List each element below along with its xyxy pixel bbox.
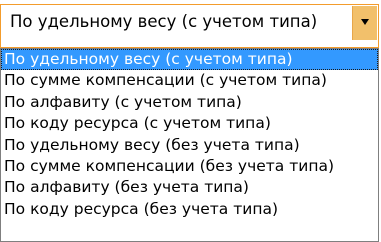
dropdown-option[interactable]: По удельному весу (без учета типа) — [1, 135, 378, 156]
dropdown-option[interactable]: По коду ресурса (без учета типа) — [1, 199, 378, 220]
dropdown-button[interactable] — [352, 6, 377, 40]
dropdown-option[interactable]: По сумме компенсации (с учетом типа) — [1, 70, 378, 91]
combobox-selected-value: По удельному весу (с учетом типа) — [10, 12, 318, 31]
dropdown-list: По удельному весу (с учетом типа) По сум… — [0, 48, 379, 242]
dropdown-option[interactable]: По алфавиту (без учета типа) — [1, 177, 378, 198]
chevron-down-icon — [361, 19, 369, 25]
sort-combobox[interactable]: По удельному весу (с учетом типа) — [0, 4, 379, 48]
dropdown-option[interactable]: По коду ресурса (с учетом типа) — [1, 113, 378, 134]
dropdown-option[interactable]: По алфавиту (с учетом типа) — [1, 92, 378, 113]
dropdown-option[interactable]: По удельному весу (с учетом типа) — [1, 49, 378, 71]
dropdown-option[interactable]: По сумме компенсации (без учета типа) — [1, 156, 378, 177]
